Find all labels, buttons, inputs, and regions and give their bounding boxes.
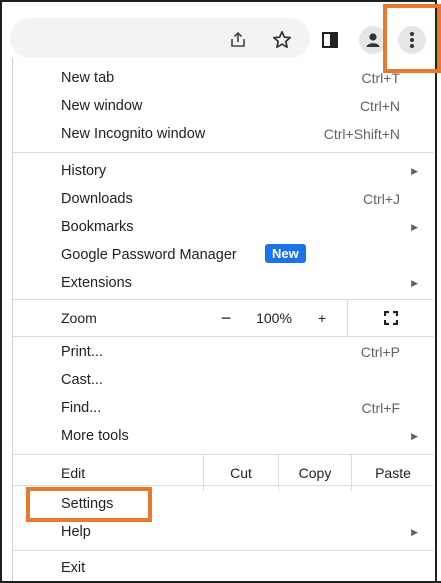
menu-item-shortcut: Ctrl+F (361, 400, 401, 416)
menu-item-label: Print... (61, 344, 103, 360)
menu-item-label: Cast... (61, 372, 103, 388)
menu-item-label: New tab (61, 70, 115, 86)
submenu-arrow-icon: ▶ (411, 526, 418, 537)
zoom-out-button[interactable]: − (201, 300, 251, 336)
menu-item-print[interactable]: Print... Ctrl+P (13, 338, 434, 366)
menu-item-label: Extensions (61, 275, 132, 291)
menu-item-shortcut: Ctrl+N (359, 98, 400, 114)
submenu-arrow-icon: ▶ (411, 221, 418, 232)
menu-item-label: Google Password Manager (61, 247, 237, 263)
share-icon[interactable] (224, 26, 252, 54)
menu-item-label: Help (61, 524, 91, 540)
menu-item-shortcut: Ctrl+Shift+N (323, 126, 400, 142)
menu-item-new-incognito-window[interactable]: New Incognito window Ctrl+Shift+N (13, 120, 434, 148)
menu-item-label: Find... (61, 400, 102, 416)
zoom-label: Zoom (61, 310, 97, 326)
menu-item-password-manager[interactable]: Google Password Manager New (13, 241, 434, 269)
menu-item-label: New Incognito window (61, 126, 206, 142)
menu-item-label: Bookmarks (61, 219, 134, 235)
zoom-in-button[interactable]: + (297, 300, 347, 336)
menu-separator (13, 550, 434, 551)
menu-item-exit[interactable]: Exit (13, 554, 434, 582)
menu-item-more-tools[interactable]: More tools ▶ (13, 422, 434, 450)
menu-item-label: Exit (61, 560, 86, 576)
menu-item-new-tab[interactable]: New tab Ctrl+T (13, 64, 434, 92)
menu-item-label: More tools (61, 428, 129, 444)
address-bar[interactable] (10, 18, 310, 58)
submenu-arrow-icon: ▶ (411, 430, 418, 441)
menu-item-cast[interactable]: Cast... (13, 366, 434, 394)
menu-separator (13, 485, 434, 486)
menu-item-label: Downloads (61, 191, 133, 207)
menu-item-find[interactable]: Find... Ctrl+F (13, 394, 434, 422)
zoom-row: Zoom − 100% + (13, 300, 434, 336)
menu-item-shortcut: Ctrl+P (360, 344, 400, 360)
zoom-level: 100% (256, 310, 292, 326)
more-button-highlight (383, 4, 441, 73)
menu-item-label: New window (61, 98, 143, 114)
fullscreen-icon (384, 311, 398, 325)
fullscreen-button[interactable] (347, 300, 434, 336)
menu-item-extensions[interactable]: Extensions ▶ (13, 269, 434, 297)
menu-item-shortcut: Ctrl+J (363, 191, 400, 207)
submenu-arrow-icon: ▶ (411, 165, 418, 176)
menu-item-downloads[interactable]: Downloads Ctrl+J (13, 185, 434, 213)
new-badge: New (265, 244, 306, 263)
menu-item-bookmarks[interactable]: Bookmarks ▶ (13, 213, 434, 241)
menu-item-help[interactable]: Help ▶ (13, 518, 434, 546)
settings-highlight (26, 487, 152, 522)
menu-item-new-window[interactable]: New window Ctrl+N (13, 92, 434, 120)
browser-toolbar (2, 2, 435, 60)
submenu-arrow-icon: ▶ (411, 277, 418, 288)
menu-separator (13, 152, 434, 153)
side-panel-icon[interactable] (316, 26, 344, 54)
menu-item-label: History (61, 163, 107, 179)
menu-separator (13, 336, 434, 337)
menu-item-history[interactable]: History ▶ (13, 157, 434, 185)
star-icon[interactable] (268, 26, 296, 54)
